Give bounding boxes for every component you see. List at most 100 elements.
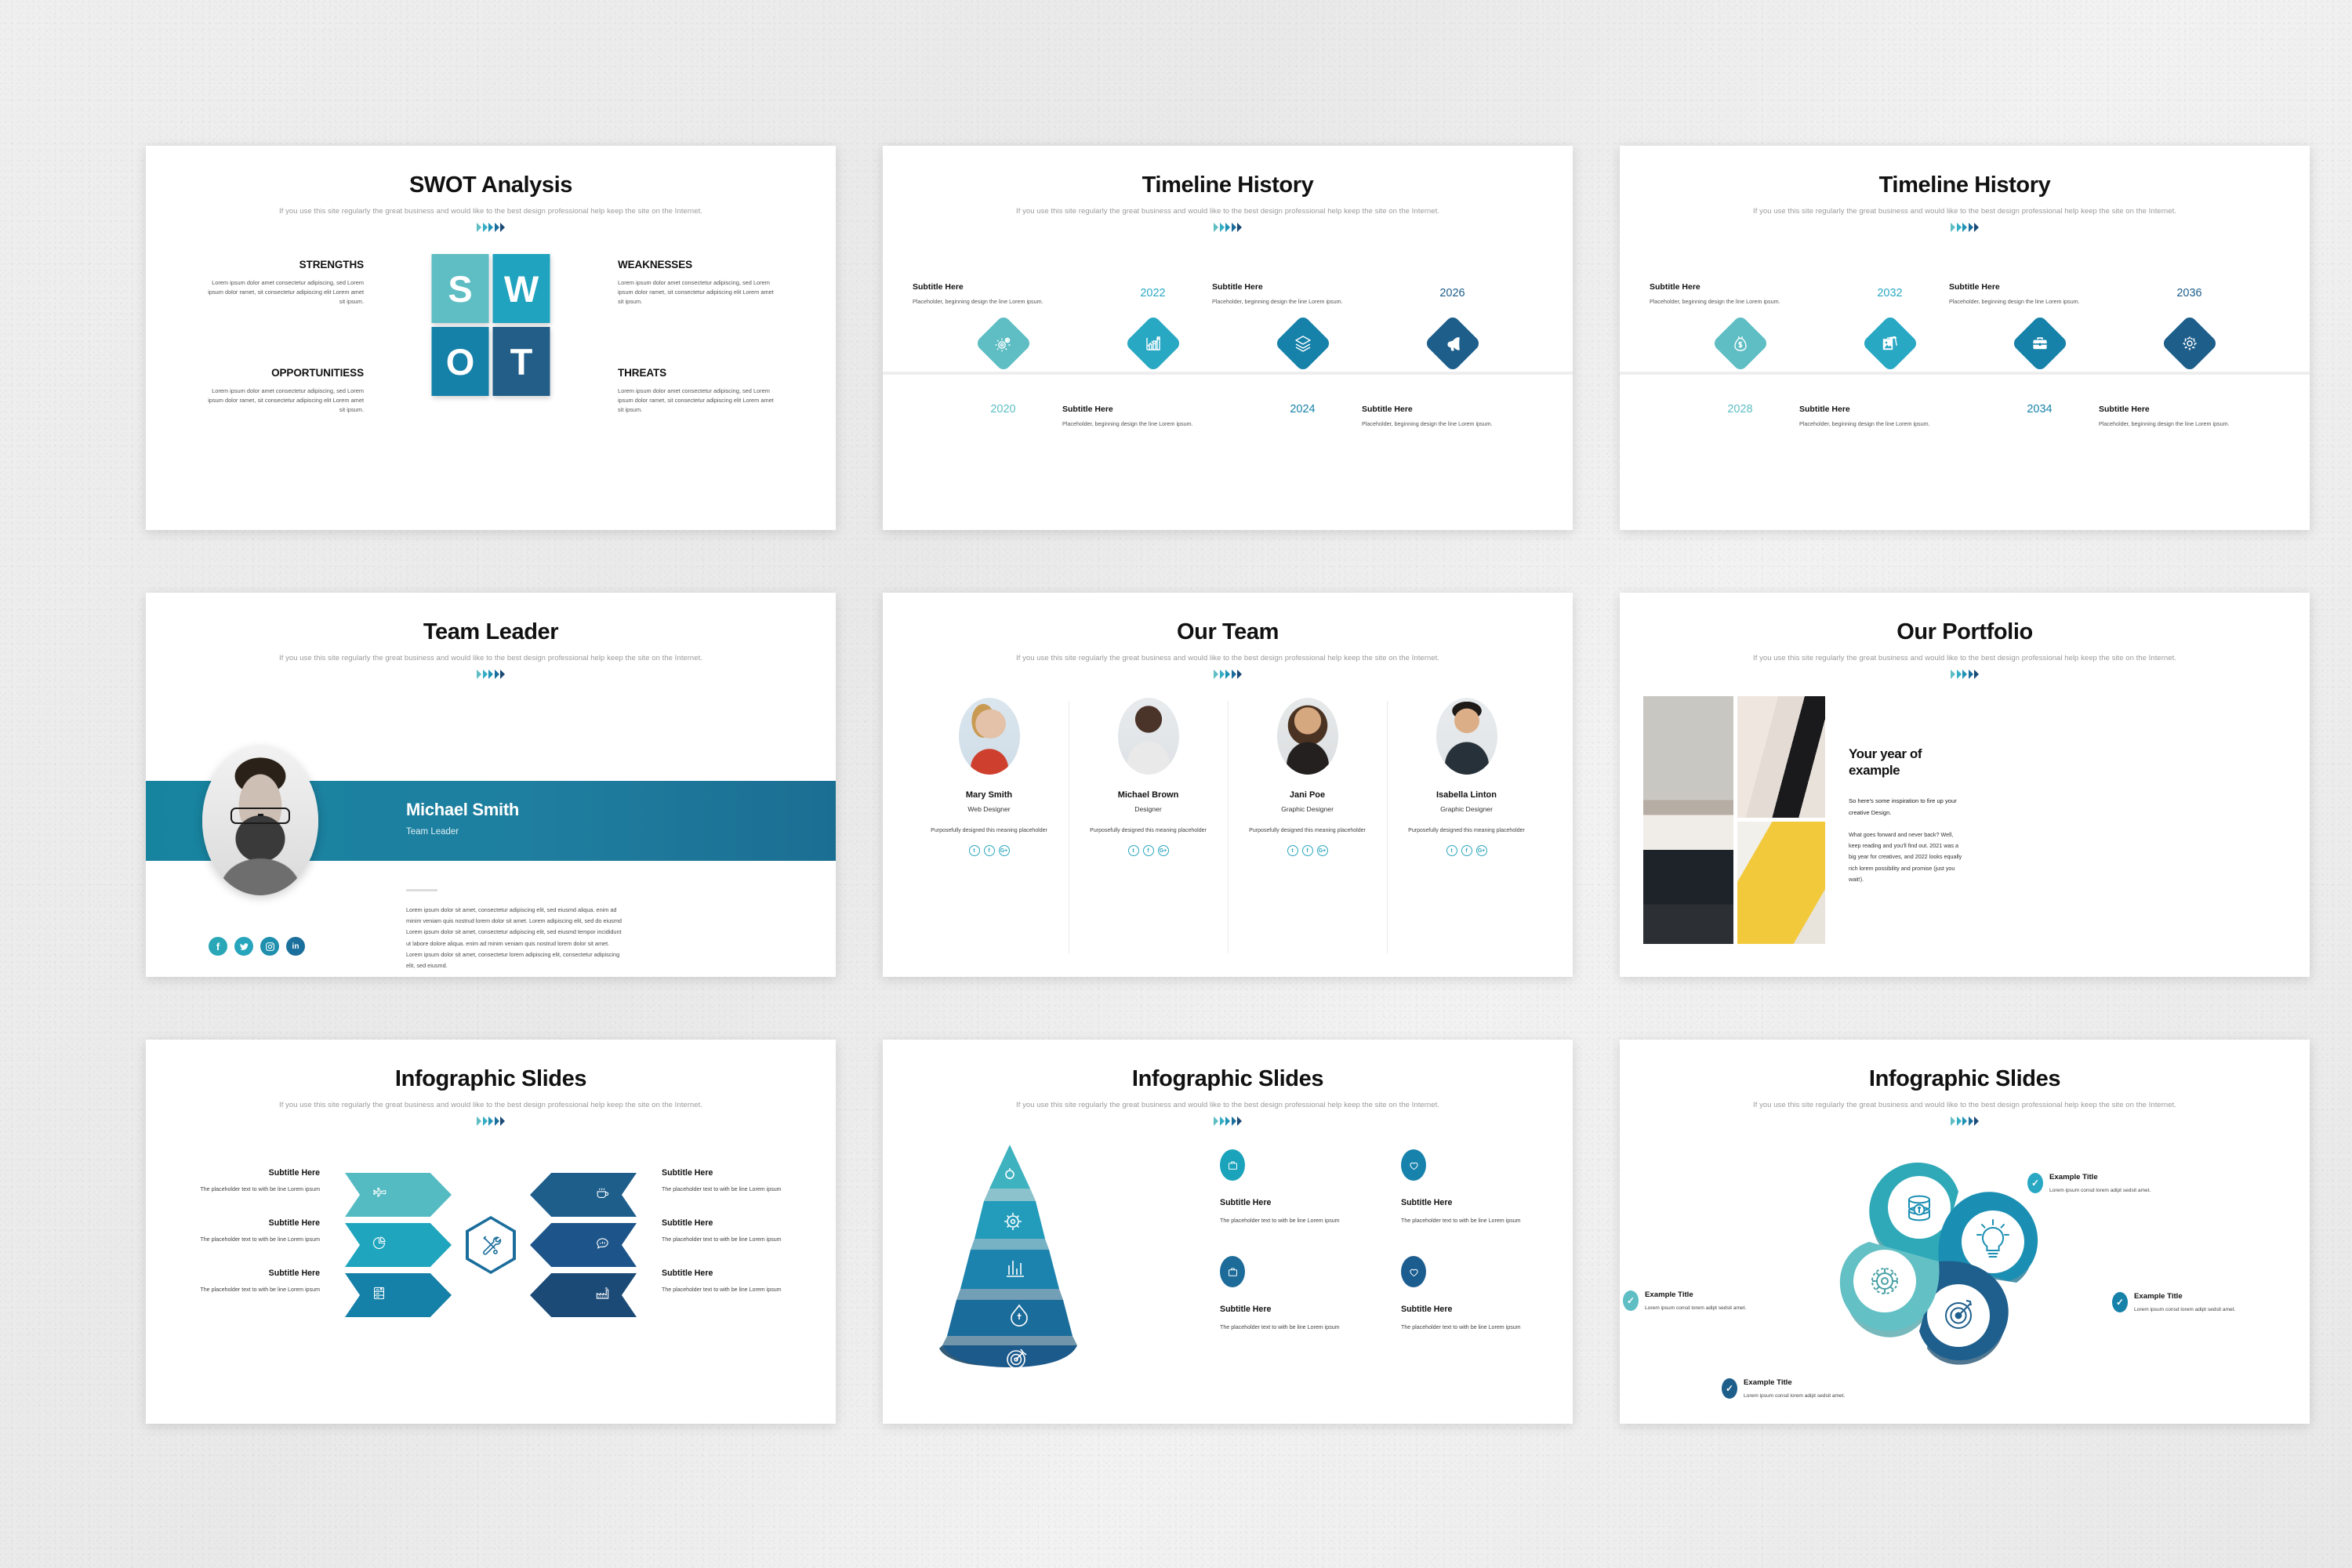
briefcase-icon[interactable] [2010, 314, 2069, 372]
slide-subtitle: If you use this site regularly the great… [1753, 1101, 2176, 1109]
slide-timeline-history-a[interactable]: Timeline History If you use this site re… [883, 146, 1573, 530]
twitter-icon[interactable]: t [1127, 845, 1139, 857]
arrow-segment-right-2[interactable] [530, 1223, 637, 1267]
pyramid-item[interactable]: Subtitle Here The placeholder text to wi… [1220, 1149, 1352, 1226]
google-plus-icon[interactable]: G+ [1157, 845, 1169, 857]
chat-chart-icon [595, 1236, 610, 1254]
money-bag-icon[interactable] [1711, 314, 1769, 372]
timeline-year: 2022 [1140, 287, 1166, 299]
page-title: Team Leader [423, 619, 559, 644]
pyramid-heading: Subtitle Here [1220, 1198, 1272, 1207]
timeline-item[interactable]: 2032 Subtitle Here Placeholder, beginnin… [1799, 146, 1965, 530]
arrow-segment-left-1[interactable] [345, 1173, 452, 1217]
timeline-item[interactable]: 2036 Subtitle Here Placeholder, beginnin… [2099, 146, 2264, 530]
pyramid-diagram [931, 1140, 1088, 1375]
portfolio-image-bedroom[interactable] [1643, 696, 1733, 944]
petal-callout-bottom[interactable]: ✓ Example Title Lorem ipsum consd lorem … [1722, 1378, 1851, 1401]
slide-infographic-arrows[interactable]: Infographic Slides If you use this site … [146, 1040, 836, 1424]
arrow-segment-left-3[interactable] [345, 1273, 452, 1317]
timeline-text-block: Subtitle Here Placeholder, beginning des… [2099, 405, 2240, 429]
arrow-body: The placeholder text to with be line Lor… [662, 1236, 782, 1243]
photos-icon[interactable] [1860, 314, 1919, 372]
team-member-card[interactable]: Mary Smith Web Designer Purposefully des… [909, 698, 1069, 956]
pyramid-item[interactable]: Subtitle Here The placeholder text to wi… [1401, 1256, 1534, 1333]
pyramid-item[interactable]: Subtitle Here The placeholder text to wi… [1401, 1149, 1534, 1226]
slide-our-team[interactable]: Our Team If you use this site regularly … [883, 593, 1573, 977]
google-plus-icon[interactable]: G+ [998, 845, 1010, 857]
swot-square-s: S [431, 254, 489, 323]
growth-chart-icon[interactable] [1123, 314, 1182, 372]
slide-timeline-history-b[interactable]: Timeline History If you use this site re… [1620, 146, 2310, 530]
slide-team-leader[interactable]: Team Leader If you use this site regular… [146, 593, 836, 977]
timeline-text-block: Subtitle Here Placeholder, beginning des… [1799, 405, 1940, 429]
briefcase-icon [1220, 1149, 1245, 1181]
team-member-card[interactable]: Michael Brown Designer Purposefully desi… [1069, 698, 1228, 956]
avatar [1276, 698, 1338, 775]
swot-heading-opportunities: OPPORTUNITIESS [271, 367, 364, 379]
pyramid-heading: Subtitle Here [1401, 1198, 1453, 1207]
arrow-segment-right-1[interactable] [530, 1173, 637, 1217]
briefcase-icon [1220, 1256, 1245, 1288]
layers-icon[interactable] [1273, 314, 1332, 372]
timeline-year: 2034 [2027, 403, 2053, 416]
member-role: Graphic Designer [1440, 805, 1493, 813]
twitter-icon[interactable]: t [968, 845, 980, 857]
swot-square-w: W [492, 254, 550, 323]
instagram-icon[interactable] [260, 937, 279, 956]
slide-infographic-pyramid[interactable]: Infographic Slides If you use this site … [883, 1040, 1573, 1424]
portfolio-image-yellow-chair[interactable] [1737, 822, 1825, 944]
slide-swot-analysis[interactable]: SWOT Analysis If you use this site regul… [146, 146, 836, 530]
slide-our-portfolio[interactable]: Our Portfolio If you use this site regul… [1620, 593, 2310, 977]
arrow-segment-left-2[interactable] [345, 1223, 452, 1267]
arrow-heading: Subtitle Here [268, 1168, 320, 1178]
linkedin-icon[interactable]: in [286, 937, 305, 956]
team-member-card[interactable]: Jani Poe Graphic Designer Purposefully d… [1228, 698, 1387, 956]
chevron-divider [146, 1116, 836, 1126]
twitter-icon[interactable] [234, 937, 253, 956]
member-name: Mary Smith [965, 790, 1013, 800]
facebook-icon[interactable]: f [209, 937, 227, 956]
slide-infographic-petals[interactable]: Infographic Slides If you use this site … [1620, 1040, 2310, 1424]
petal-callout-left[interactable]: ✓ Example Title Lorem ipsum consd lorem … [1623, 1290, 1752, 1313]
timeline-item[interactable]: Subtitle Here Placeholder, beginning des… [1650, 146, 1815, 530]
twitter-icon[interactable]: t [1446, 845, 1457, 857]
google-plus-icon[interactable]: G+ [1475, 845, 1487, 857]
timeline-item[interactable]: Subtitle Here Placeholder, beginning des… [1949, 146, 2114, 530]
page-title: SWOT Analysis [408, 172, 573, 198]
portfolio-copy: Your year of example So here's some insp… [1849, 746, 1966, 886]
gears-icon[interactable] [974, 314, 1033, 372]
timeline-item[interactable]: 2022 Subtitle Here Placeholder, beginnin… [1062, 146, 1228, 530]
timeline-year: 2020 [990, 403, 1016, 416]
timeline-body: Placeholder, beginning design the line L… [1212, 298, 1343, 305]
leader-identity: Michael Smith Team Leader [406, 800, 519, 837]
team-member-card[interactable]: Isabella Linton Graphic Designer Purpose… [1387, 698, 1546, 956]
megaphone-icon[interactable] [1423, 314, 1482, 372]
page-title: Our Team [1176, 619, 1279, 644]
gear-icon[interactable] [2160, 314, 2219, 372]
pyramid-item[interactable]: Subtitle Here The placeholder text to wi… [1220, 1256, 1352, 1333]
facebook-icon[interactable]: f [1461, 845, 1472, 857]
portfolio-image-nightstand[interactable] [1737, 696, 1825, 818]
timeline-item[interactable]: 2026 Subtitle Here Placeholder, beginnin… [1362, 146, 1527, 530]
petal-callout-top[interactable]: ✓ Example Title Lorem ipsum consd lorem … [2027, 1173, 2157, 1196]
timeline-item[interactable]: Subtitle Here Placeholder, beginning des… [1212, 146, 1377, 530]
swot-block-threats: THREATS Lorem ipsum dolor amet consectet… [618, 367, 775, 415]
slide-subtitle: If you use this site regularly the great… [279, 1101, 702, 1109]
facebook-icon[interactable]: f [1301, 845, 1313, 857]
swot-letter-grid: S W O T [431, 254, 550, 396]
timeline-heading: Subtitle Here [1949, 282, 2000, 292]
page-title: Infographic Slides [394, 1066, 587, 1091]
arrow-segment-right-3[interactable] [530, 1273, 637, 1317]
petal-callout-right[interactable]: ✓ Example Title Lorem ipsum consd lorem … [2112, 1292, 2241, 1315]
facebook-icon[interactable]: f [1142, 845, 1154, 857]
google-plus-icon[interactable]: G+ [1316, 845, 1328, 857]
twitter-icon[interactable]: t [1287, 845, 1298, 857]
timeline-text-block: Subtitle Here Placeholder, beginning des… [1949, 282, 2090, 307]
check-icon: ✓ [1722, 1378, 1737, 1399]
callout-heading: Example Title [2134, 1292, 2183, 1301]
facebook-icon[interactable]: f [983, 845, 995, 857]
arrow-body: The placeholder text to with be line Lor… [200, 1236, 320, 1243]
member-desc: Purposefully designed this meaning place… [931, 828, 1047, 833]
avatar [202, 746, 318, 895]
timeline-item[interactable]: Subtitle Here Placeholder, beginning des… [913, 146, 1078, 530]
